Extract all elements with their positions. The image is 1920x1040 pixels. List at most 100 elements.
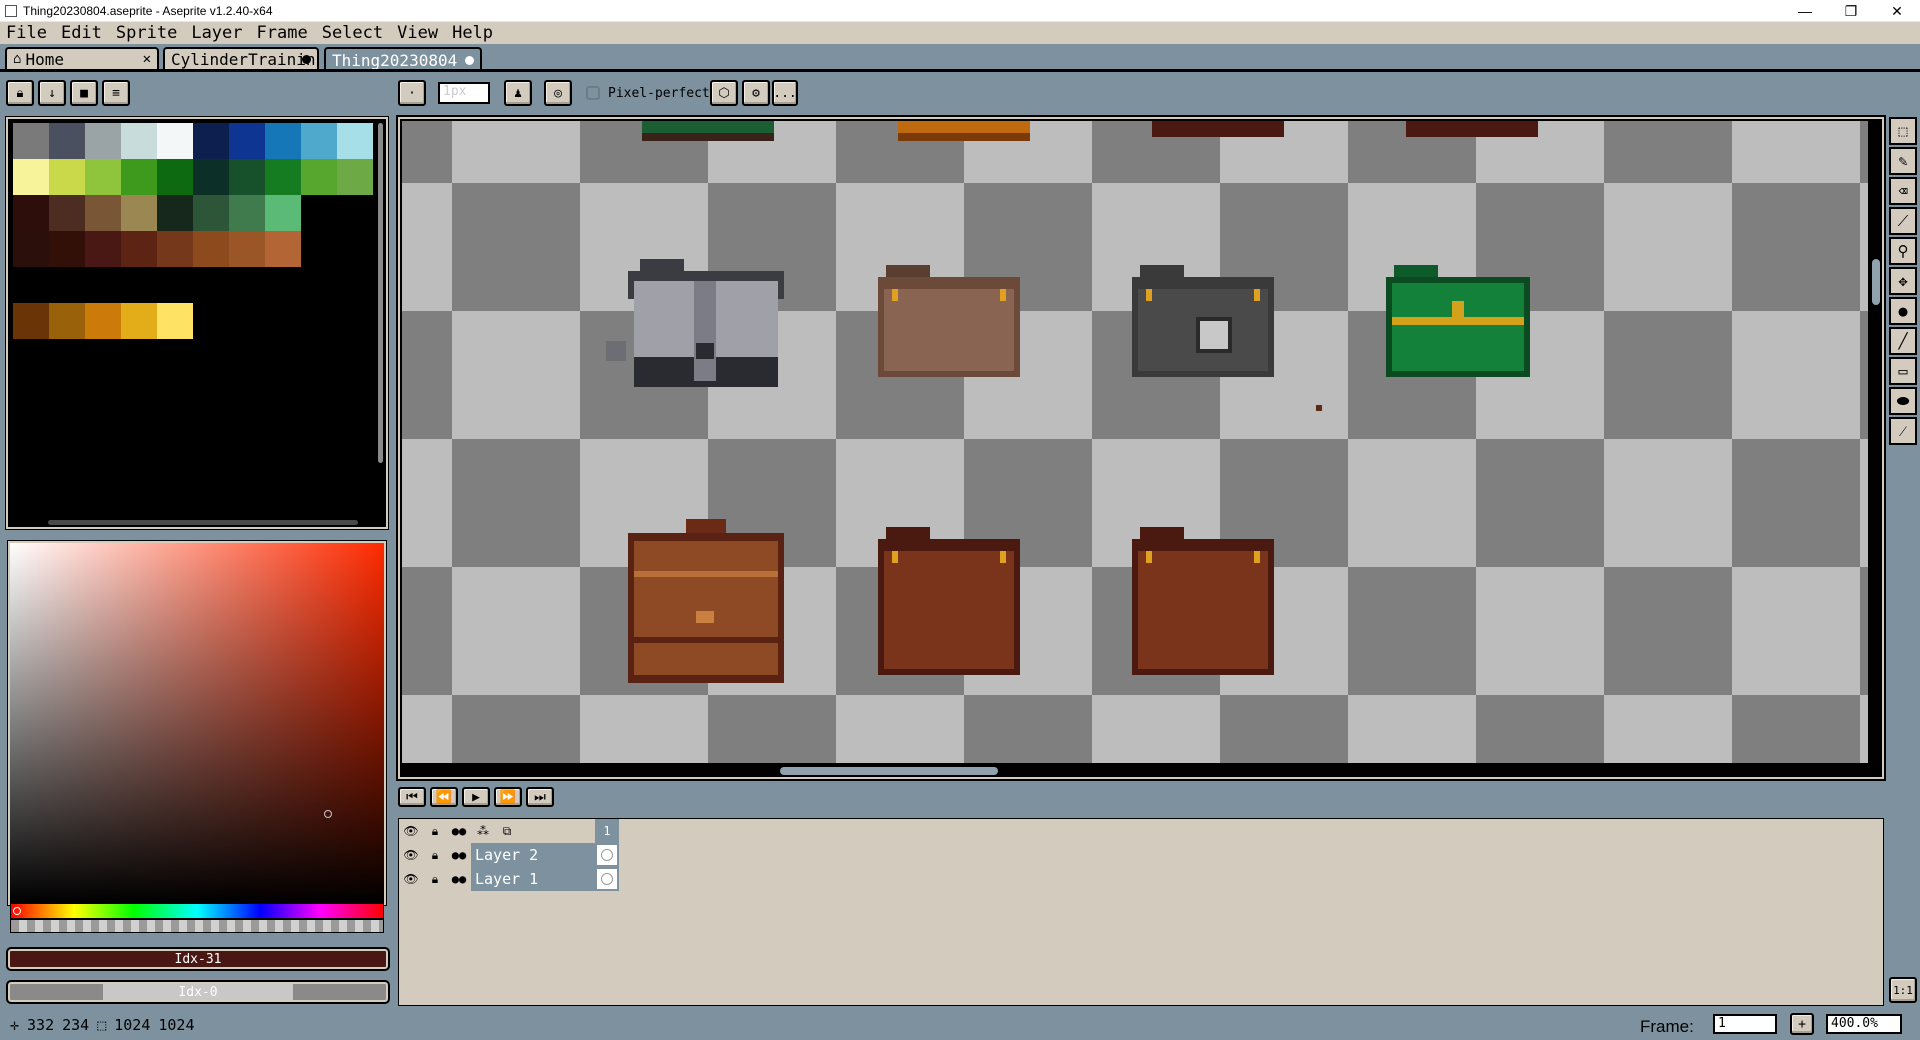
continuous-icon[interactable]: ●● [447,819,471,843]
eye-icon[interactable]: 👁︎ [399,819,423,843]
zoom-tool[interactable]: ⚲ [1889,237,1917,265]
tab-home[interactable]: ⌂ Home ✕ [5,47,159,69]
palette-swatch[interactable] [157,231,193,267]
first-frame-button[interactable]: ⏮ [398,787,426,807]
visibility-eye-icon[interactable]: 👁︎ [399,867,423,891]
palette-swatch[interactable] [49,231,85,267]
palette-swatch[interactable] [337,123,373,159]
reset-zoom-button[interactable]: 1:1 [1889,977,1917,1003]
layer-continuous-icon[interactable]: ●● [447,843,471,867]
palette-swatch[interactable] [265,231,301,267]
ink-button[interactable]: ♟ [504,80,532,106]
palette-swatch[interactable] [157,123,193,159]
sprite-canvas[interactable] [402,121,1868,763]
palette-swatch[interactable] [229,231,265,267]
menu-sprite[interactable]: Sprite [109,23,184,43]
canvas-vertical-scrollbar[interactable] [1872,259,1880,305]
palette-swatch[interactable] [229,195,265,231]
foreground-color-button[interactable]: Idx-31 [6,947,390,971]
menu-edit[interactable]: Edit [54,23,109,43]
palette-swatch[interactable] [193,123,229,159]
blob-tool[interactable]: ⬬ [1889,387,1917,415]
palette-swatch[interactable] [193,159,229,195]
palette-swatch[interactable] [13,231,49,267]
layer-row-layer-1[interactable]: 👁︎ 🔒︎ ●● Layer 1 [399,867,619,891]
onion-skin-icon[interactable]: ⧉ [495,819,519,843]
background-color-button[interactable]: Idx-0 [6,980,390,1004]
color-spectrum[interactable] [7,540,387,906]
visibility-eye-icon[interactable]: 👁︎ [399,843,423,867]
palette-swatch[interactable] [193,195,229,231]
palette-vertical-scrollbar[interactable] [378,123,383,463]
layer-name[interactable]: Layer 1 [471,867,595,891]
rectangle-tool[interactable]: ▭ [1889,357,1917,385]
menu-layer[interactable]: Layer [184,23,249,43]
palette-swatch[interactable] [49,123,85,159]
sort-button[interactable]: ↓ [38,80,66,106]
lock-icon[interactable]: 🔒︎ [423,819,447,843]
layer-row-layer-2[interactable]: 👁︎ 🔒︎ ●● Layer 2 [399,843,619,867]
menu-frame[interactable]: Frame [250,23,315,43]
marquee-tool[interactable]: ⬚ [1889,117,1917,145]
palette-swatch[interactable] [265,123,301,159]
palette-swatch[interactable] [121,195,157,231]
pixel-perfect-checkbox[interactable] [586,86,600,100]
palette-swatch[interactable] [301,123,337,159]
palette-swatch[interactable] [121,231,157,267]
palette-swatch[interactable] [157,195,193,231]
palette-swatch[interactable] [13,159,49,195]
gradient-button[interactable]: ⬡ [710,80,738,106]
play-button[interactable]: ▶ [462,787,490,807]
palette-swatch[interactable] [13,195,49,231]
palette-swatch[interactable] [85,303,121,339]
menu-select[interactable]: Select [315,23,390,43]
palette-menu-button[interactable]: ≡ [102,80,130,106]
palette-swatch[interactable] [265,195,301,231]
palette-options-button[interactable]: ■ [70,80,98,106]
eyedropper-tool[interactable]: ⟋ [1889,207,1917,235]
palette-swatch[interactable] [157,303,193,339]
palette-swatch[interactable] [13,123,49,159]
hue-slider[interactable] [10,903,384,919]
more-options-button[interactable]: ... [772,80,798,106]
palette-swatch[interactable] [337,159,373,195]
menu-view[interactable]: View [390,23,445,43]
frame-input[interactable]: 1 [1713,1014,1777,1034]
canvas-horizontal-scrollbar[interactable] [780,767,998,775]
palette-swatch[interactable] [229,123,265,159]
close-icon[interactable]: ✕ [143,51,151,67]
hue-marker[interactable] [13,907,21,915]
palette-swatch[interactable] [85,195,121,231]
tab-cylindertrainin[interactable]: CylinderTrainin [163,47,319,69]
palette-swatch[interactable] [157,159,193,195]
palette-horizontal-scrollbar[interactable] [48,520,358,525]
previous-frame-button[interactable]: ⏪ [430,787,458,807]
brush-size-input[interactable]: 1px [438,82,490,104]
symmetry-button[interactable]: ◎ [544,80,572,106]
palette-swatch[interactable] [301,159,337,195]
pencil-tool[interactable]: ✎ [1889,147,1917,175]
eraser-tool[interactable]: ⌫ [1889,177,1917,205]
move-tool[interactable]: ✥ [1889,267,1917,295]
zoom-input[interactable]: 400.0% [1826,1014,1902,1034]
palette-swatch[interactable] [85,123,121,159]
sprite-editor[interactable] [396,115,1886,781]
palette-swatch[interactable] [49,195,85,231]
layer-lock-icon[interactable]: 🔒︎ [423,843,447,867]
menu-file[interactable]: File [0,23,54,43]
layer-name[interactable]: Layer 2 [471,843,595,867]
color-picker-cursor[interactable] [324,810,332,818]
menu-help[interactable]: Help [445,23,500,43]
brush-tool[interactable]: ⁄ [1889,417,1917,445]
layers-icon[interactable]: ⁂ [471,819,495,843]
layer-1-frame-cel[interactable] [595,867,619,891]
line-tool[interactable]: ╱ [1889,327,1917,355]
bucket-tool[interactable]: ● [1889,297,1917,325]
close-window-button[interactable]: ✕ [1874,0,1920,22]
layer-continuous-icon[interactable]: ●● [447,867,471,891]
palette-swatch[interactable] [121,303,157,339]
brush-type-button[interactable]: · [398,80,426,106]
palette-swatch[interactable] [121,123,157,159]
palette-swatch[interactable] [121,159,157,195]
dither-button[interactable]: ⚙ [742,80,770,106]
